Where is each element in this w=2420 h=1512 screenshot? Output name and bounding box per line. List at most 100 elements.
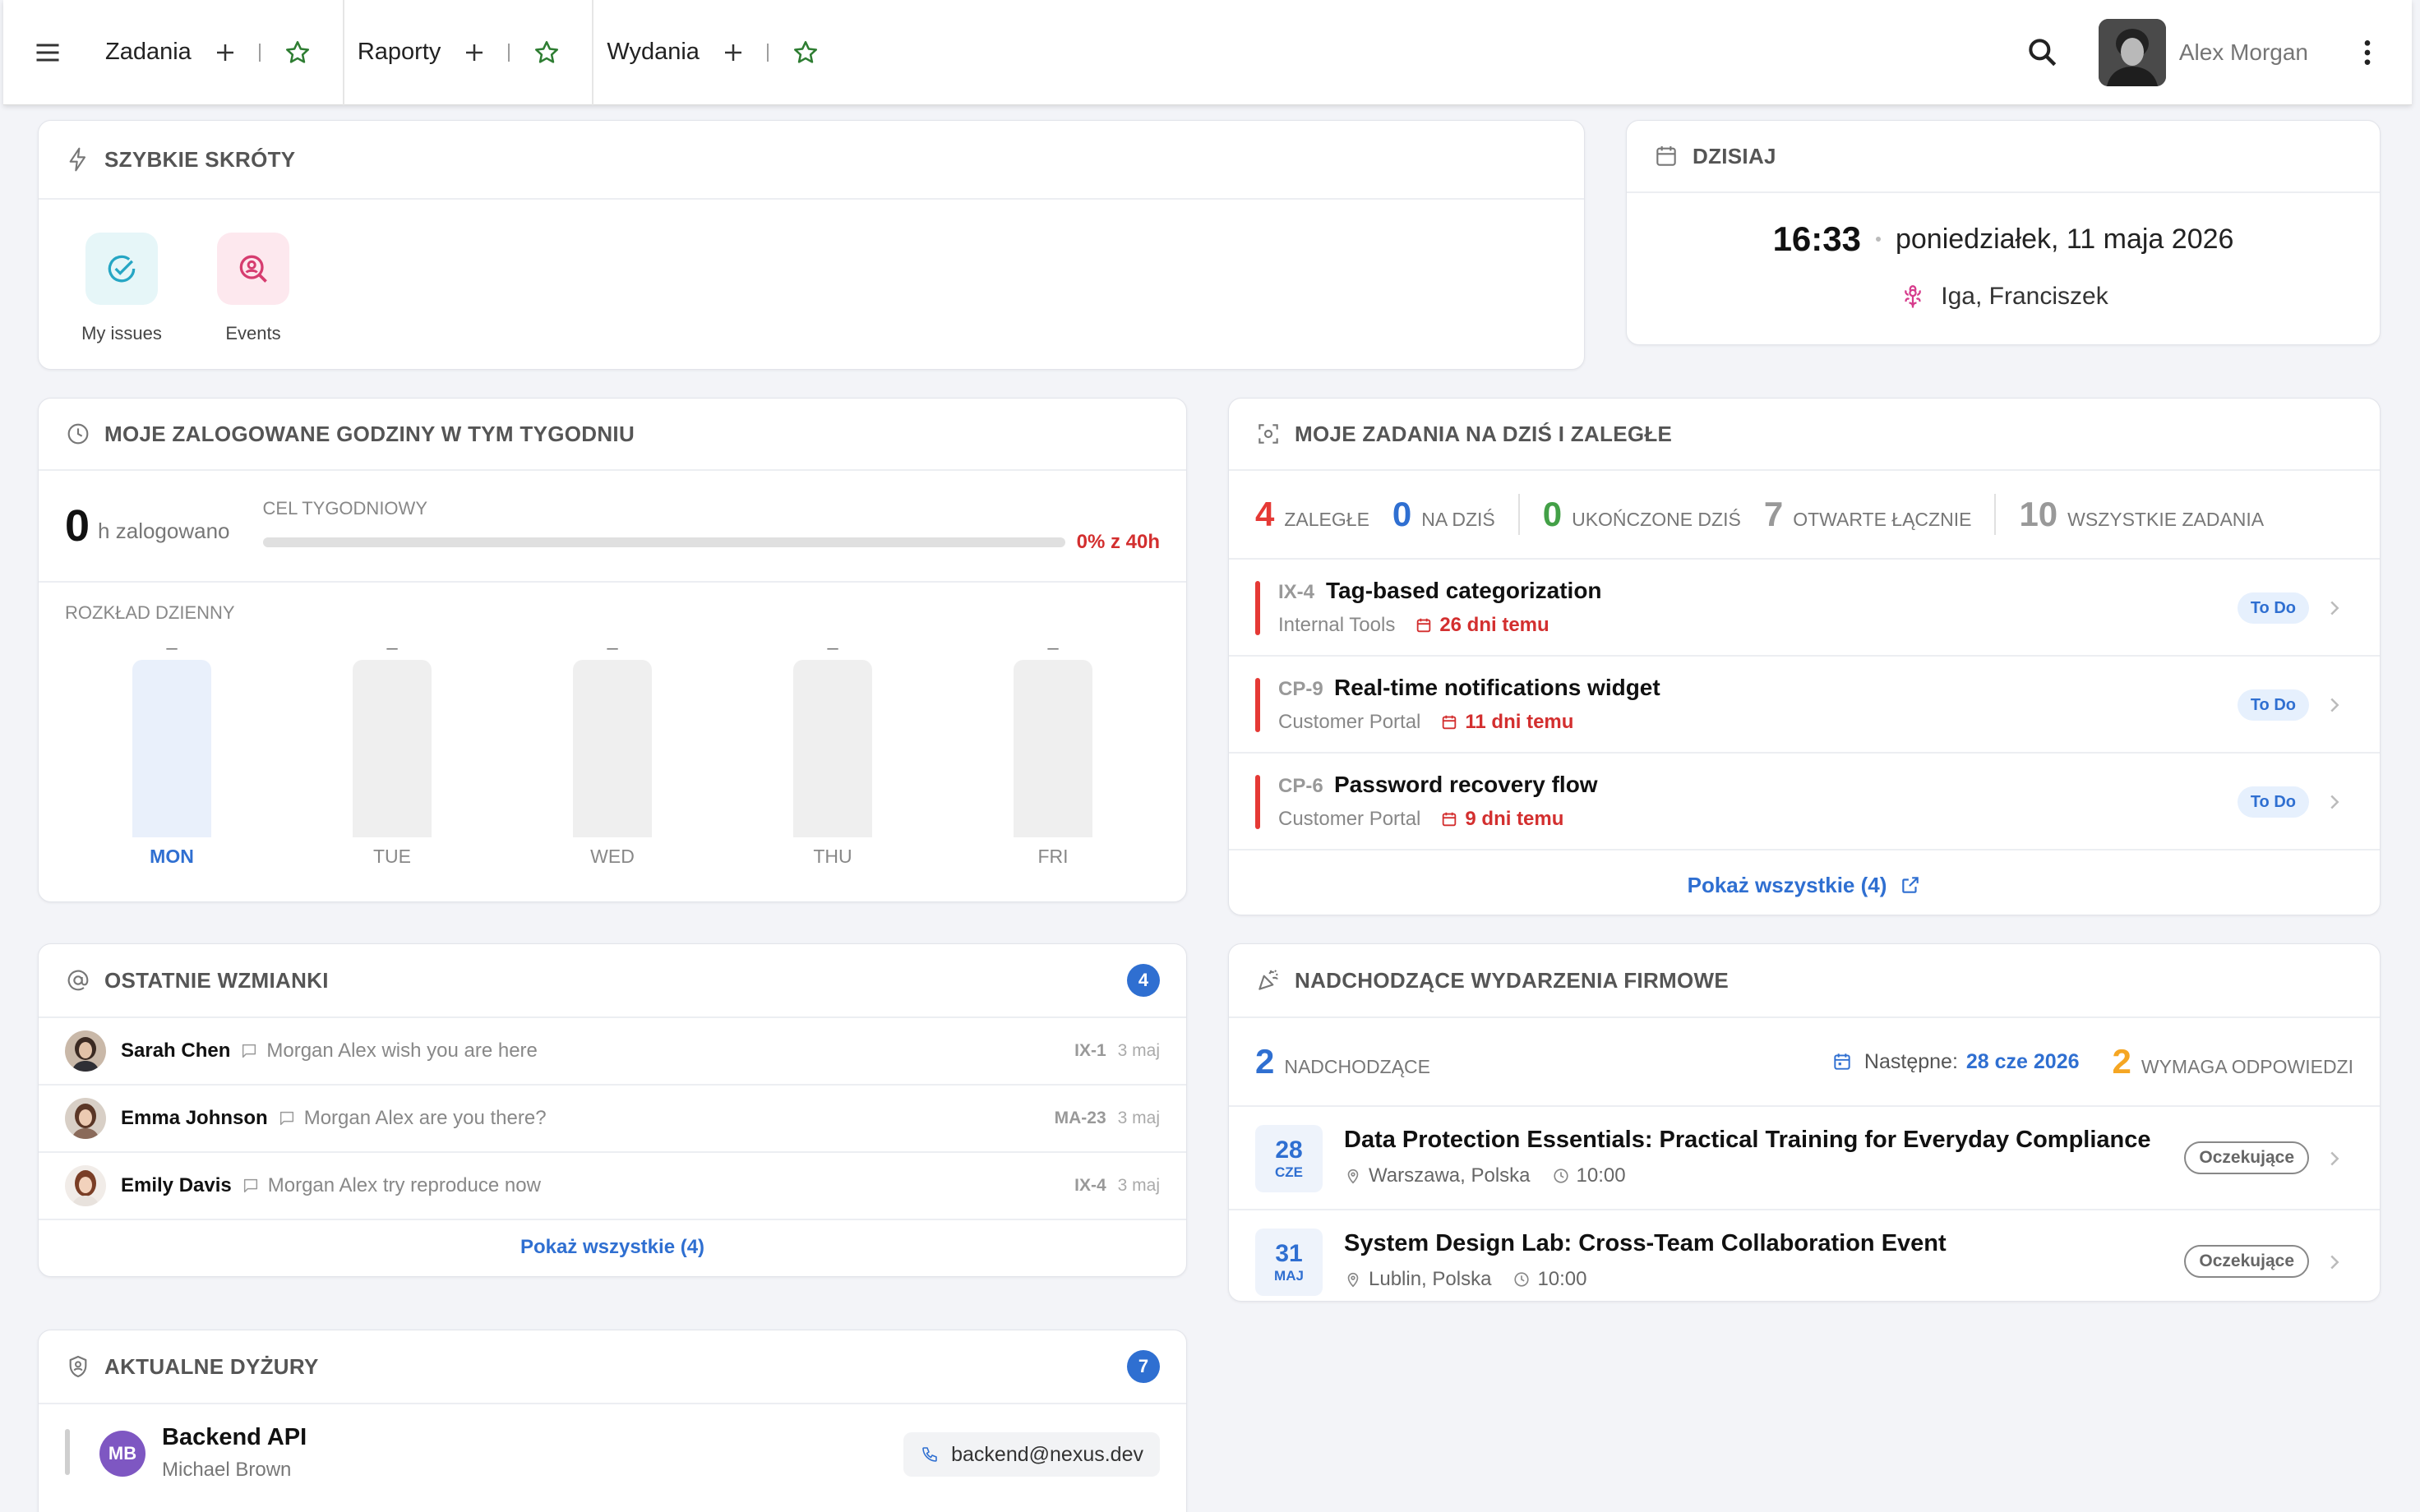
chevron-right-icon[interactable]	[2322, 1250, 2347, 1275]
stat-open-total[interactable]: 7 OTWARTE ŁĄCZNIE	[1764, 495, 1972, 534]
star-icon[interactable]	[792, 39, 820, 67]
nameday-names: Iga, Franciszek	[1941, 283, 2108, 310]
card-header: DZISIAJ	[1627, 121, 2380, 193]
focus-icon	[1258, 424, 1278, 444]
stat-number: 10	[2019, 495, 2058, 533]
task-project: Customer Portal	[1278, 711, 1421, 733]
divider	[258, 43, 261, 62]
tab-label[interactable]: Zadania	[105, 39, 192, 66]
current-time: 16:33	[1772, 219, 1861, 258]
mention-row[interactable]: Emily Davis Morgan Alex try reproduce no…	[39, 1153, 1186, 1220]
card-header: MOJE ZALOGOWANE GODZINY W TYM TYGODNIU	[39, 399, 1186, 471]
tab-label[interactable]: Raporty	[358, 39, 441, 66]
chevron-right-icon[interactable]	[2322, 1146, 2347, 1171]
person-photo-icon	[65, 1030, 106, 1072]
more-vert-icon[interactable]	[2351, 36, 2384, 69]
task-due-text: 26 dni temu	[1439, 614, 1549, 636]
shortcut-my-issues[interactable]: My issues	[78, 233, 165, 344]
chevron-right-icon[interactable]	[2322, 693, 2347, 717]
oncall-contact-button[interactable]: backend@nexus.dev	[903, 1432, 1160, 1477]
mention-issue-key[interactable]: IX-4	[1074, 1176, 1106, 1196]
task-title[interactable]: Tag-based categorization	[1326, 578, 1602, 604]
task-due: 11 dni temu	[1440, 711, 1573, 734]
event-row[interactable]: 31 MAJ System Design Lab: Cross-Team Col…	[1229, 1210, 2380, 1301]
tab-raporty[interactable]: Raporty	[344, 0, 594, 105]
card-header: OSTATNIE WZMIANKI 4	[39, 944, 1186, 1018]
nameday: Iga, Franciszek	[1627, 282, 2380, 311]
user-avatar[interactable]	[2098, 18, 2166, 86]
stat-label: WYMAGA ODPOWIEDZI	[2141, 1056, 2353, 1077]
stat-overdue[interactable]: 4 ZALEGŁE	[1255, 495, 1369, 534]
day-bar-track	[132, 660, 211, 837]
calendar-icon	[1656, 146, 1676, 166]
task-key: CP-6	[1278, 775, 1323, 797]
event-day: 31	[1275, 1240, 1303, 1267]
mention-issue-key[interactable]: MA-23	[1055, 1109, 1106, 1128]
mention-author: Sarah Chen	[121, 1040, 231, 1062]
shortcut-icon-tile[interactable]	[85, 233, 158, 305]
stat-label: UKOŃCZONE DZIŚ	[1572, 509, 1741, 530]
avatar	[65, 1165, 106, 1206]
menu-button[interactable]	[3, 0, 92, 105]
search-icon[interactable]	[2025, 35, 2061, 71]
status-badge: To Do	[2237, 786, 2309, 818]
stat-label: OTWARTE ŁĄCZNIE	[1793, 509, 1972, 530]
card-title: DZISIAJ	[1693, 143, 1776, 168]
stat-today[interactable]: 0 NA DZIŚ	[1392, 495, 1495, 534]
stat-all-tasks[interactable]: 10 WSZYSTKIE ZADANIA	[2019, 495, 2264, 534]
daily-breakdown-label: ROZKŁAD DZIENNY	[65, 602, 235, 623]
shortcut-events[interactable]: Events	[210, 233, 297, 344]
plus-icon[interactable]	[462, 40, 487, 65]
day-value: –	[607, 637, 618, 659]
oncall-contact[interactable]: backend@nexus.dev	[951, 1443, 1143, 1467]
bolt-icon	[69, 147, 86, 172]
calendar-icon	[1443, 715, 1457, 730]
event-title[interactable]: System Design Lab: Cross-Team Collaborat…	[1344, 1230, 1947, 1257]
event-location: Lublin, Polska	[1369, 1268, 1492, 1290]
next-label: Następne:	[1863, 1049, 1958, 1073]
task-row[interactable]: CP-9 Real-time notifications widget Cust…	[1229, 657, 2380, 754]
user-name[interactable]: Alex Morgan	[2179, 39, 2308, 66]
event-date-tile: 28 CZE	[1255, 1125, 1323, 1192]
event-row[interactable]: 28 CZE Data Protection Essentials: Pract…	[1229, 1107, 2380, 1210]
mention-author: Emily Davis	[121, 1174, 232, 1196]
chevron-right-icon[interactable]	[2322, 596, 2347, 620]
stat-completed-today[interactable]: 0 UKOŃCZONE DZIŚ	[1543, 495, 1741, 534]
tab-wydania[interactable]: Wydania	[593, 0, 851, 105]
task-title[interactable]: Password recovery flow	[1334, 772, 1598, 798]
mention-date: 3 maj	[1117, 1109, 1160, 1127]
task-title[interactable]: Real-time notifications widget	[1334, 675, 1660, 701]
day-bar-fri: – FRI	[1014, 637, 1092, 875]
events-card: NADCHODZĄCE WYDARZENIA FIRMOWE 2 NADCHOD…	[1228, 943, 2381, 1302]
shortcut-icon-tile[interactable]	[217, 233, 289, 305]
show-all-label[interactable]: Pokaż wszystkie (4)	[520, 1236, 704, 1259]
day-bar-track	[353, 660, 432, 837]
mention-issue-key[interactable]: IX-1	[1074, 1041, 1106, 1061]
mention-row[interactable]: Emma Johnson Morgan Alex are you there? …	[39, 1086, 1186, 1153]
stat-number: 2	[2112, 1042, 2131, 1081]
plus-icon[interactable]	[721, 40, 746, 65]
mention-row[interactable]: Sarah Chen Morgan Alex wish you are here…	[39, 1018, 1186, 1086]
show-all-tasks-link[interactable]: Pokaż wszystkie (4)	[1229, 850, 2380, 915]
tab-label[interactable]: Wydania	[607, 39, 700, 66]
chevron-right-icon[interactable]	[2322, 790, 2347, 814]
task-stats: 4 ZALEGŁE 0 NA DZIŚ 0 UKOŃCZONE DZIŚ 7 O…	[1229, 471, 2380, 560]
shortcut-label: Events	[225, 323, 281, 343]
location-pin-icon	[1347, 1169, 1359, 1184]
plus-icon[interactable]	[213, 40, 238, 65]
star-icon[interactable]	[533, 39, 561, 67]
event-title[interactable]: Data Protection Essentials: Practical Tr…	[1344, 1127, 2151, 1154]
goal-progress-bar	[262, 537, 1065, 547]
task-row[interactable]: IX-4 Tag-based categorization Internal T…	[1229, 560, 2380, 657]
oncall-row[interactable]: MB Backend API Michael Brown backend@nex…	[39, 1404, 1186, 1500]
show-all-label[interactable]: Pokaż wszystkie (4)	[1688, 873, 1887, 898]
tab-zadania[interactable]: Zadania	[92, 0, 344, 105]
external-link-icon	[1902, 877, 1919, 893]
shortcuts-card: SZYBKIE SKRÓTY My issues Events	[38, 120, 1585, 370]
event-meta: Lublin, Polska 10:00	[1344, 1268, 1587, 1291]
show-all-mentions-link[interactable]: Pokaż wszystkie (4)	[39, 1220, 1186, 1275]
day-bar-tue: – TUE	[353, 637, 432, 875]
mention-date: 3 maj	[1117, 1041, 1160, 1060]
star-icon[interactable]	[284, 39, 312, 67]
task-row[interactable]: CP-6 Password recovery flow Customer Por…	[1229, 754, 2380, 850]
